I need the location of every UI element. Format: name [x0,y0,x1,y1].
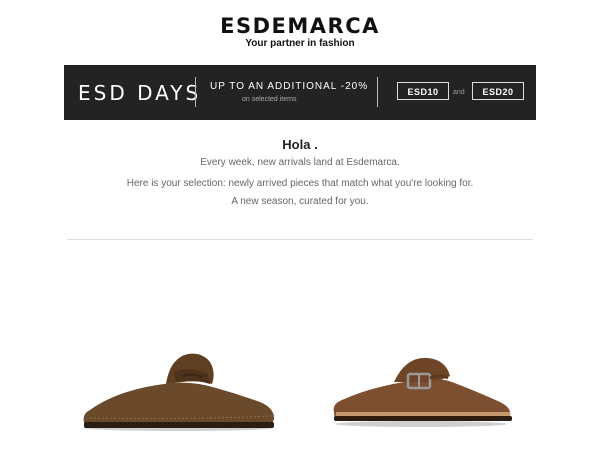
brand-logo[interactable]: ESDEMARCA [0,14,600,38]
promo-divider [377,77,378,107]
product-card-loafer-mule[interactable] [78,344,278,436]
promo-title: ESD DAYS [78,81,202,105]
promo-code-connector: and [453,89,465,96]
intro-line: Here is your selection: newly arrived pi… [126,178,474,189]
section-divider [67,239,533,240]
promo-banner[interactable]: ESD DAYS UP TO AN ADDITIONAL -20% on sel… [64,65,536,120]
intro-line: Every week, new arrivals land at Esdemar… [200,157,400,168]
promo-divider [195,77,196,107]
greeting-heading: Hola . [282,137,318,152]
promo-code-esd10[interactable]: ESD10 [397,82,449,100]
intro-line: A new season, curated for you. [231,196,369,207]
product-card-buckle-clog[interactable] [328,352,514,432]
promo-offer: UP TO AN ADDITIONAL -20% [210,81,369,92]
promo-code-esd20[interactable]: ESD20 [472,82,524,100]
brand-tagline: Your partner in fashion [245,38,355,49]
buckle-clog-image [333,357,512,427]
loafer-mule-image [83,353,274,431]
promo-offer-subtext: on selected items [242,96,297,103]
